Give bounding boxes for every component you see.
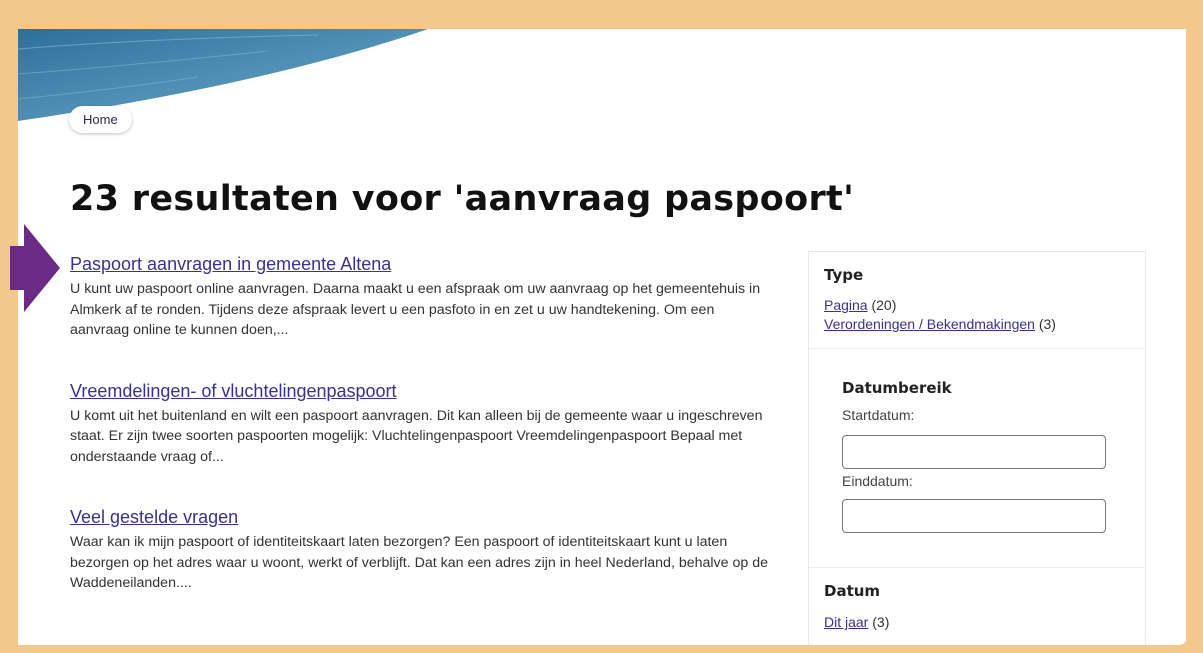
- result-snippet: U kunt uw paspoort online aanvragen. Daa…: [70, 281, 761, 338]
- page: Home 23 resultaten voor 'aanvraag paspoo…: [18, 29, 1186, 645]
- breadcrumb-home[interactable]: Home: [69, 106, 132, 133]
- result-link[interactable]: Veel gestelde vragen: [70, 507, 770, 528]
- end-date-label: Einddatum:: [842, 473, 913, 489]
- search-result: Vreemdelingen- of vluchtelingenpaspoort …: [70, 381, 770, 468]
- facet-type-heading: Type: [824, 266, 864, 284]
- result-link[interactable]: Paspoort aanvragen in gemeente Altena: [70, 254, 770, 275]
- search-result: Paspoort aanvragen in gemeente Altena U …: [70, 254, 770, 341]
- facet-daterange: Datumbereik Startdatum: Einddatum:: [809, 349, 1145, 568]
- result-link[interactable]: Vreemdelingen- of vluchtelingenpaspoort: [70, 381, 770, 402]
- page-title: 23 resultaten voor 'aanvraag paspoort': [70, 179, 855, 219]
- daterange-heading: Datumbereik: [842, 379, 952, 397]
- facet-datum: Datum Dit jaar (3): [809, 568, 1145, 645]
- arrow-right-icon: [10, 224, 60, 312]
- start-date-label: Startdatum:: [842, 407, 915, 423]
- facet-link-dit-jaar[interactable]: Dit jaar: [824, 614, 868, 630]
- end-date-input[interactable]: [842, 499, 1106, 533]
- result-snippet: Waar kan ik mijn paspoort of identiteits…: [70, 534, 768, 591]
- start-date-input[interactable]: [842, 435, 1106, 469]
- facet-count: (20): [871, 297, 897, 313]
- facet-link-verordeningen[interactable]: Verordeningen / Bekendmakingen: [824, 316, 1035, 332]
- facet-item: Pagina (20): [824, 296, 1130, 315]
- facet-item: Verordeningen / Bekendmakingen (3): [824, 315, 1130, 334]
- screenshot-frame: Home 23 resultaten voor 'aanvraag paspoo…: [10, 13, 1188, 645]
- facet-count: (3): [1038, 316, 1056, 332]
- search-results: Paspoort aanvragen in gemeente Altena U …: [70, 254, 770, 634]
- datum-heading: Datum: [824, 582, 881, 600]
- facet-item: Dit jaar (3): [824, 612, 1130, 632]
- facet-type: Type Pagina (20) Verordeningen / Bekendm…: [809, 252, 1145, 349]
- search-result: Veel gestelde vragen Waar kan ik mijn pa…: [70, 507, 770, 594]
- facet-count: (3): [872, 614, 890, 630]
- facet-link-pagina[interactable]: Pagina: [824, 297, 868, 313]
- filter-sidebar: Type Pagina (20) Verordeningen / Bekendm…: [808, 251, 1146, 645]
- result-snippet: U komt uit het buitenland en wilt een pa…: [70, 407, 763, 465]
